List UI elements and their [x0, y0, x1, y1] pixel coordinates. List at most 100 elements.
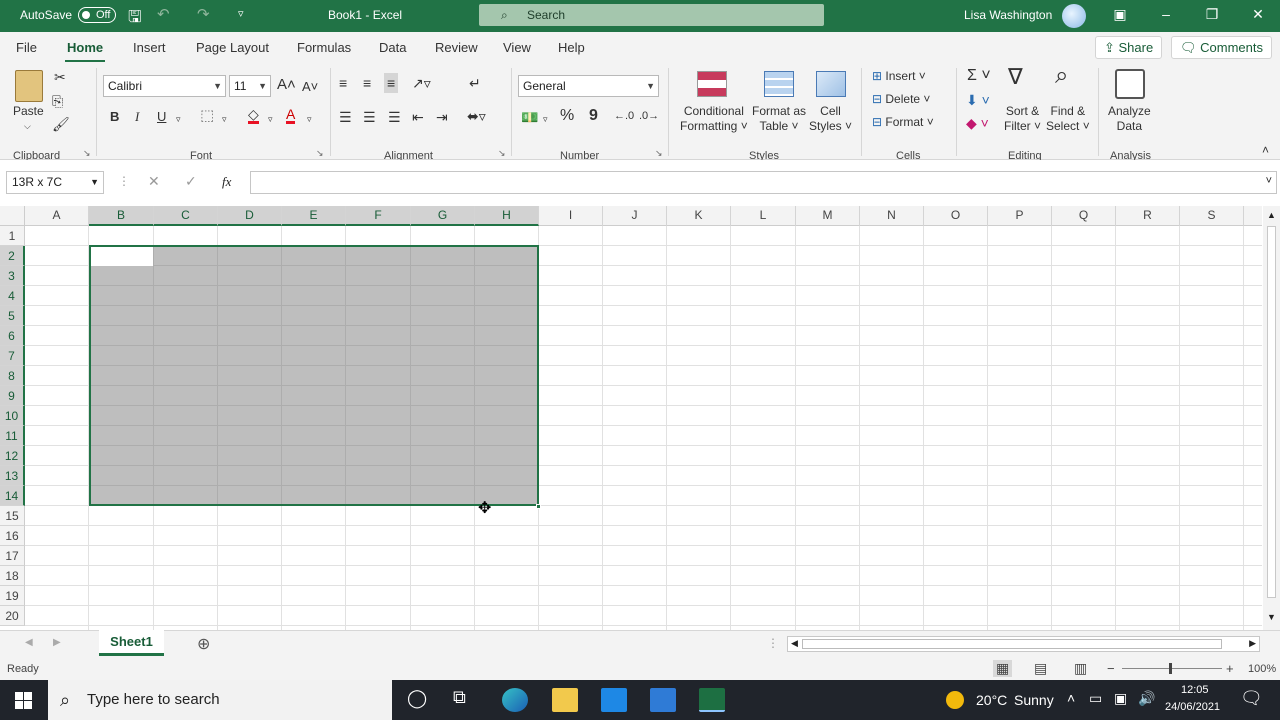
paste-dropdown-icon[interactable]: ⌵: [24, 119, 31, 134]
align-center-icon[interactable]: ☰: [363, 109, 376, 125]
column-header-a[interactable]: A: [25, 206, 89, 226]
prev-sheet-icon[interactable]: ◀: [25, 637, 33, 648]
horizontal-scroll-thumb[interactable]: [802, 639, 1222, 649]
scroll-left-icon[interactable]: ◀: [791, 638, 798, 649]
tray-chevron-icon[interactable]: ˄: [1067, 690, 1075, 706]
sun-weather-icon[interactable]: [946, 691, 964, 709]
select-all-corner[interactable]: [0, 206, 25, 226]
analyze-data-button[interactable]: Analyze Data: [1108, 104, 1151, 134]
decrease-font-icon[interactable]: A˅: [302, 79, 318, 95]
increase-decimal-icon[interactable]: ←.0: [614, 108, 634, 124]
row-header-3[interactable]: 3: [0, 266, 25, 286]
fill-handle[interactable]: [536, 504, 541, 509]
user-name[interactable]: Lisa Washington: [964, 8, 1052, 22]
customize-toolbar-icon[interactable]: ▿: [238, 7, 244, 20]
comments-button[interactable]: 🗨 Comments: [1171, 36, 1272, 59]
scroll-right-icon[interactable]: ▶: [1249, 638, 1256, 649]
align-left-icon[interactable]: ☰: [339, 109, 352, 125]
worksheet-grid[interactable]: ABCDEFGHIJKLMNOPQRS ✥ 1 2 3 4 5 6 7 8 9 10 11 12 13 1…: [0, 206, 1280, 630]
cell-styles-button[interactable]: Cell Styles ˅: [809, 104, 852, 134]
align-right-icon[interactable]: ☰: [388, 109, 401, 125]
tab-splitter-icon[interactable]: ⋮: [767, 636, 779, 650]
clock-time[interactable]: 12:05: [1181, 684, 1209, 696]
row-header-19[interactable]: 19: [0, 586, 25, 606]
page-break-view-icon[interactable]: ▥: [1074, 660, 1087, 677]
taskbar-search[interactable]: ⌕ Type here to search: [48, 680, 392, 720]
task-view-icon[interactable]: ⧉: [453, 687, 466, 708]
chevron-down-icon[interactable]: ▿: [307, 111, 312, 127]
excel-taskbar-icon[interactable]: [699, 688, 725, 712]
analyze-data-icon[interactable]: [1115, 69, 1145, 99]
cortana-icon[interactable]: ◯: [407, 688, 427, 709]
column-header-e[interactable]: E: [282, 206, 346, 226]
scroll-down-icon[interactable]: ▼: [1267, 612, 1276, 622]
row-header-18[interactable]: 18: [0, 566, 25, 586]
column-header-c[interactable]: C: [154, 206, 218, 226]
volume-icon[interactable]: 🔊: [1138, 690, 1155, 707]
row-header-15[interactable]: 15: [0, 506, 25, 526]
chevron-down-icon[interactable]: ▼: [90, 172, 99, 193]
normal-view-icon[interactable]: ▦: [993, 660, 1013, 677]
row-header-10[interactable]: 10: [0, 406, 25, 426]
collapse-ribbon-icon[interactable]: ˄: [1262, 142, 1269, 158]
column-header-d[interactable]: D: [218, 206, 282, 226]
row-header-8[interactable]: 8: [0, 366, 25, 386]
decrease-decimal-icon[interactable]: .0→: [639, 108, 659, 124]
column-header-s[interactable]: S: [1180, 206, 1244, 226]
row-header-2[interactable]: 2: [0, 246, 25, 266]
merge-center-icon[interactable]: ⬌▿: [467, 108, 486, 124]
sort-filter-button[interactable]: Sort & Filter ˅: [1004, 104, 1041, 134]
insert-function-button[interactable]: fx: [222, 174, 231, 190]
tab-insert[interactable]: Insert: [133, 40, 166, 55]
row-header-4[interactable]: 4: [0, 286, 25, 306]
row-header-20[interactable]: 20: [0, 606, 25, 626]
file-explorer-icon[interactable]: [552, 688, 578, 712]
underline-button[interactable]: U: [157, 109, 166, 125]
store-icon[interactable]: [601, 688, 627, 712]
zoom-slider-thumb[interactable]: [1169, 663, 1172, 674]
close-icon[interactable]: ✕: [1248, 6, 1268, 23]
column-header-h[interactable]: H: [475, 206, 539, 226]
column-header-f[interactable]: F: [346, 206, 411, 226]
column-header-q[interactable]: Q: [1052, 206, 1116, 226]
fill-icon[interactable]: ⬇ ˅: [966, 92, 990, 108]
clear-icon[interactable]: ◆ ˅: [966, 115, 989, 131]
sheet-tab-sheet1[interactable]: Sheet1: [99, 630, 164, 656]
comma-style-button[interactable]: 9: [589, 108, 598, 124]
column-header-b[interactable]: B: [89, 206, 154, 226]
row-header-9[interactable]: 9: [0, 386, 25, 406]
percent-style-button[interactable]: %: [560, 108, 574, 124]
vertical-scrollbar[interactable]: ▲ ▼: [1263, 206, 1280, 630]
selection-range[interactable]: [89, 245, 539, 506]
row-header-1[interactable]: 1: [0, 226, 25, 246]
row-header-13[interactable]: 13: [0, 466, 25, 486]
conditional-formatting-button[interactable]: Conditional Formatting ˅: [680, 104, 748, 134]
middle-align-icon[interactable]: ≡: [363, 75, 371, 91]
tab-home[interactable]: Home: [64, 40, 106, 63]
row-header-11[interactable]: 11: [0, 426, 25, 446]
zoom-in-button[interactable]: +: [1226, 661, 1234, 676]
zoom-level[interactable]: 100%: [1248, 663, 1276, 675]
name-box[interactable]: 13R x 7C ▼: [6, 171, 104, 194]
active-cell[interactable]: [91, 247, 153, 266]
format-as-table-button[interactable]: Format as Table ˅: [752, 104, 806, 134]
increase-indent-icon[interactable]: ⇥: [436, 109, 448, 125]
accounting-format-icon[interactable]: 💵: [521, 109, 538, 125]
cut-icon[interactable]: ✂: [54, 69, 66, 85]
copy-icon[interactable]: ⎘: [52, 93, 63, 109]
format-painter-icon[interactable]: 🖌: [52, 116, 70, 132]
find-select-button[interactable]: Find & Select ˅: [1046, 104, 1090, 134]
tab-formulas[interactable]: Formulas: [297, 40, 351, 55]
column-header-r[interactable]: R: [1116, 206, 1180, 226]
number-format-select[interactable]: General ▼: [518, 75, 659, 97]
windows-start-icon[interactable]: [15, 692, 32, 709]
column-header-g[interactable]: G: [411, 206, 475, 226]
increase-font-icon[interactable]: A˄: [277, 77, 296, 93]
save-icon[interactable]: 🖫: [128, 6, 142, 33]
clock-date[interactable]: 24/06/2021: [1165, 701, 1220, 713]
column-header-l[interactable]: L: [731, 206, 796, 226]
font-size-select[interactable]: 11 ▼: [229, 75, 271, 97]
wrap-text-icon[interactable]: ↵: [469, 75, 481, 91]
paste-icon[interactable]: [15, 70, 43, 102]
chevron-down-icon[interactable]: ▿: [543, 111, 548, 127]
